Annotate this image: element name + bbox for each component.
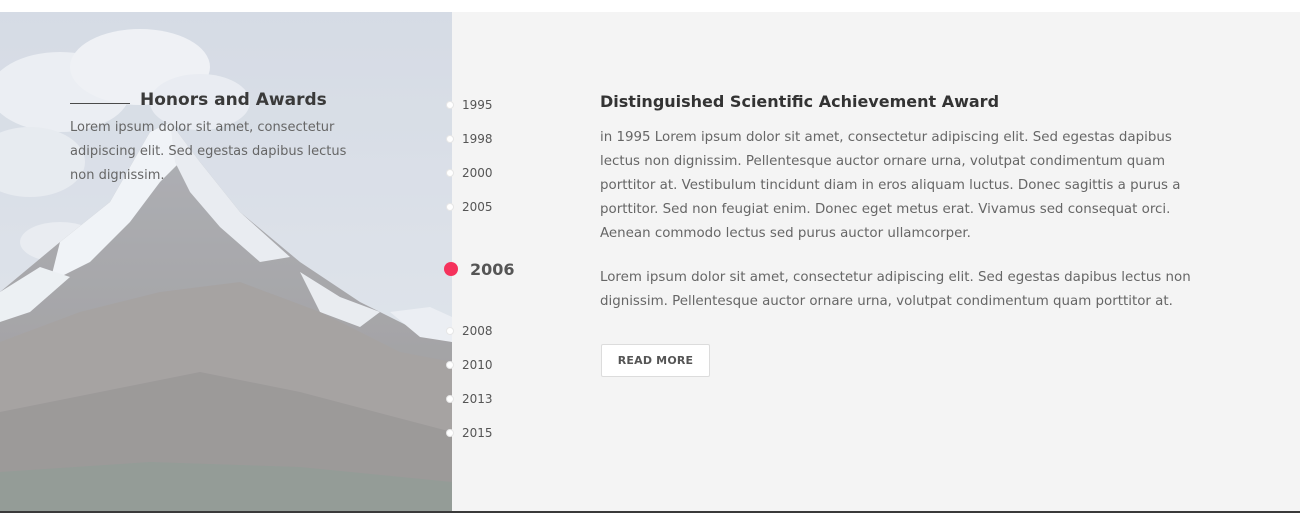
timeline-dot <box>446 169 454 177</box>
timeline-dot <box>446 135 454 143</box>
honors-section: Honors and Awards Lorem ipsum dolor sit … <box>0 12 1300 512</box>
timeline-year-2013[interactable]: 2013 <box>446 391 493 407</box>
award-description-paragraph: in 1995 Lorem ipsum dolor sit amet, cons… <box>600 130 1181 241</box>
year-timeline: 1995 1998 2000 2005 2006 2008 2010 2013 <box>440 12 560 512</box>
year-label: 2000 <box>462 166 493 180</box>
year-label: 2005 <box>462 200 493 214</box>
award-secondary-paragraph: Lorem ipsum dolor sit amet, consectetur … <box>600 270 1191 309</box>
image-overlay <box>0 12 452 512</box>
year-label: 1995 <box>462 98 493 112</box>
timeline-year-1995[interactable]: 1995 <box>446 97 493 113</box>
section-title: Honors and Awards <box>140 90 327 110</box>
year-label: 2008 <box>462 324 493 338</box>
timeline-year-2010[interactable]: 2010 <box>446 357 493 373</box>
timeline-year-2008[interactable]: 2008 <box>446 323 493 339</box>
award-title: Distinguished Scientific Achievement Awa… <box>600 92 1000 111</box>
timeline-year-1998[interactable]: 1998 <box>446 131 493 147</box>
year-label: 2015 <box>462 426 493 440</box>
timeline-dot <box>446 101 454 109</box>
timeline-dot <box>446 361 454 369</box>
timeline-year-2000[interactable]: 2000 <box>446 165 493 181</box>
timeline-year-2005[interactable]: 2005 <box>446 199 493 215</box>
heading-divider <box>70 103 130 104</box>
timeline-dot <box>446 429 454 437</box>
read-more-button[interactable]: READ MORE <box>601 344 710 377</box>
timeline-dot <box>446 203 454 211</box>
timeline-year-2015[interactable]: 2015 <box>446 425 493 441</box>
timeline-dot <box>446 327 454 335</box>
mountain-background-image <box>0 12 452 512</box>
active-timeline-dot <box>444 262 458 276</box>
timeline-dot <box>446 395 454 403</box>
timeline-year-2006-active[interactable]: 2006 <box>444 259 515 279</box>
year-label: 2006 <box>470 259 515 279</box>
year-label: 2013 <box>462 392 493 406</box>
section-description: Lorem ipsum dolor sit amet, consectetur … <box>70 120 347 183</box>
year-label: 2010 <box>462 358 493 372</box>
year-label: 1998 <box>462 132 493 146</box>
bottom-divider <box>0 511 1300 513</box>
